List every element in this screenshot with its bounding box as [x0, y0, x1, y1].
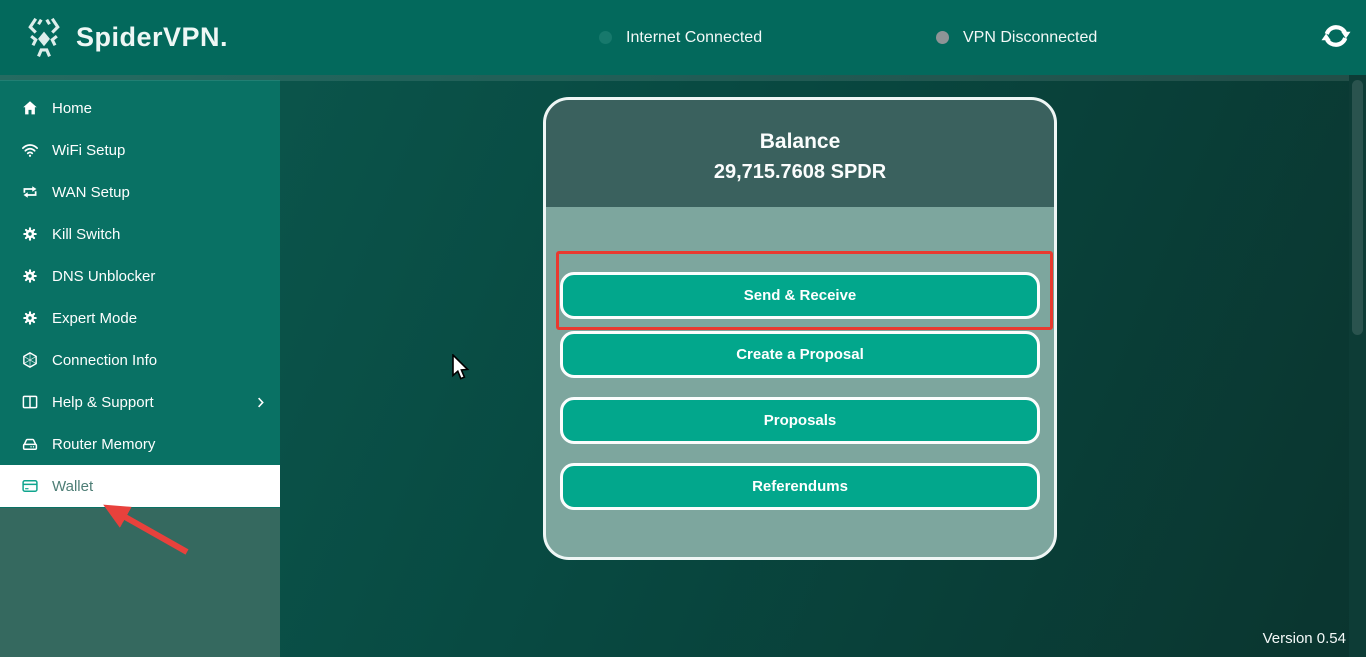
sidebar-item-label: Router Memory: [52, 436, 155, 453]
sidebar-item-label: Wallet: [52, 478, 93, 495]
create-proposal-button[interactable]: Create a Proposal: [560, 331, 1040, 378]
app-header: SpiderVPN. Internet Connected VPN Discon…: [0, 0, 1366, 75]
balance-card-header: Balance 29,715.7608 SPDR: [546, 100, 1054, 207]
home-icon: [21, 99, 39, 117]
sidebar: Home WiFi Setup: [0, 80, 280, 657]
sidebar-item-help-support[interactable]: Help & Support: [0, 381, 280, 423]
sidebar-item-label: Expert Mode: [52, 310, 137, 327]
internet-status: Internet Connected: [599, 0, 762, 75]
brand: SpiderVPN.: [22, 16, 228, 60]
sidebar-item-label: WiFi Setup: [52, 142, 125, 159]
vpn-status: VPN Disconnected: [936, 0, 1097, 75]
sidebar-item-router-memory[interactable]: Router Memory: [0, 423, 280, 465]
balance-value: 29,715.7608 SPDR: [546, 161, 1054, 184]
gear-icon: [21, 267, 39, 285]
drive-icon: [21, 435, 39, 453]
proposals-button[interactable]: Proposals: [560, 397, 1040, 444]
scrollbar-thumb[interactable]: [1352, 80, 1363, 335]
version-label: Version 0.54: [1263, 630, 1346, 647]
internet-status-label: Internet Connected: [626, 29, 762, 47]
balance-title: Balance: [546, 130, 1054, 154]
gear-icon: [21, 225, 39, 243]
sidebar-item-label: Help & Support: [52, 394, 154, 411]
vpn-status-label: VPN Disconnected: [963, 29, 1097, 47]
chevron-right-icon: [253, 395, 268, 410]
sidebar-item-label: Kill Switch: [52, 226, 120, 243]
sidebar-item-label: Home: [52, 100, 92, 117]
wallet-card-icon: [21, 477, 39, 495]
vpn-status-dot-icon: [936, 31, 949, 44]
sidebar-item-wallet[interactable]: Wallet: [0, 465, 280, 507]
sidebar-item-home[interactable]: Home: [0, 87, 280, 129]
sidebar-item-kill-switch[interactable]: Kill Switch: [0, 213, 280, 255]
brand-title: SpiderVPN.: [76, 22, 228, 53]
sidebar-item-wan-setup[interactable]: WAN Setup: [0, 171, 280, 213]
sidebar-item-connection-info[interactable]: Connection Info: [0, 339, 280, 381]
sidebar-item-label: DNS Unblocker: [52, 268, 155, 285]
gear-icon: [21, 309, 39, 327]
spider-logo-icon: [22, 16, 66, 60]
wifi-icon: [21, 141, 39, 159]
internet-status-dot-icon: [599, 31, 612, 44]
sidebar-nav: Home WiFi Setup: [0, 80, 280, 508]
sidebar-item-label: Connection Info: [52, 352, 157, 369]
page-scrollbar[interactable]: [1349, 75, 1366, 657]
header-divider: [0, 75, 1366, 81]
refresh-icon: [1321, 21, 1351, 51]
sidebar-item-expert-mode[interactable]: Expert Mode: [0, 297, 280, 339]
referendums-button[interactable]: Referendums: [560, 463, 1040, 510]
sidebar-item-label: WAN Setup: [52, 184, 130, 201]
send-receive-button[interactable]: Send & Receive: [560, 272, 1040, 319]
sidebar-item-wifi-setup[interactable]: WiFi Setup: [0, 129, 280, 171]
network-hexagon-icon: [21, 351, 39, 369]
columns-icon: [21, 393, 39, 411]
sidebar-item-dns-unblocker[interactable]: DNS Unblocker: [0, 255, 280, 297]
refresh-button[interactable]: [1318, 19, 1354, 55]
balance-card-body: Send & Receive Create a Proposal Proposa…: [546, 207, 1054, 557]
wallet-balance-card: Balance 29,715.7608 SPDR Send & Receive …: [543, 97, 1057, 560]
retweet-icon: [21, 183, 39, 201]
